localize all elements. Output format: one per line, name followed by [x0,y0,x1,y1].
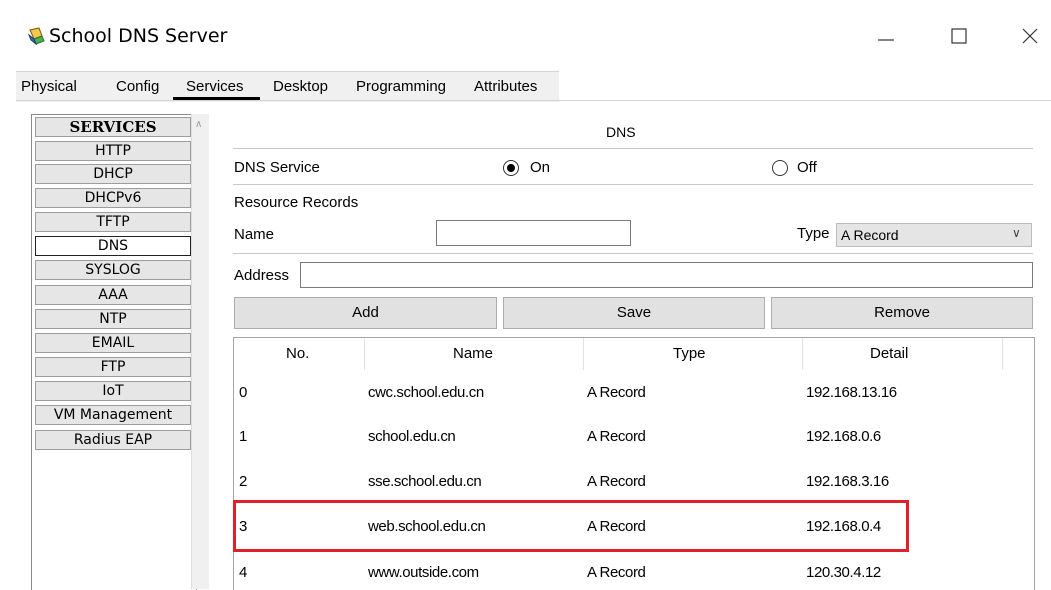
tab-config[interactable]: Config [116,78,159,95]
cell-name: school.edu.cn [368,428,456,445]
dns-off-label: Off [797,159,817,176]
cell-name: www.outside.com [368,564,479,581]
type-select[interactable]: A Record [836,223,1032,247]
column-separator [1002,338,1003,370]
resource-records-label: Resource Records [234,194,359,211]
dns-panel-title: DNS [606,124,636,140]
chevron-down-icon[interactable]: ∨ [1012,226,1021,240]
services-scrollbar[interactable] [191,114,209,589]
minimize-button[interactable] [866,16,906,56]
tab-desktop[interactable]: Desktop [273,78,328,95]
cell-type: A Record [587,428,646,445]
remove-button[interactable]: Remove [771,297,1033,329]
service-item-radius-eap[interactable]: Radius EAP [35,430,191,450]
minimize-icon [878,39,894,41]
column-header-detail: Detail [870,345,909,362]
scroll-up-icon[interactable]: ∧ [195,119,202,130]
column-header-type: Type [673,345,706,362]
type-label: Type [797,225,830,242]
column-header-name: Name [453,345,494,362]
dns-on-radio[interactable] [503,160,519,176]
service-item-iot[interactable]: IoT [35,381,191,401]
window-title: School DNS Server [49,25,228,47]
column-separator [802,338,803,370]
service-item-vm-management[interactable]: VM Management [35,405,191,425]
cell-no: 0 [239,384,247,401]
dns-on-label: On [530,159,551,176]
cell-detail: 192.168.3.16 [806,473,889,490]
divider [233,148,1033,149]
service-item-dhcp[interactable]: DHCP [35,164,191,184]
address-label: Address [234,267,290,284]
column-separator [364,338,365,370]
divider [233,184,1033,185]
dns-off-radio[interactable] [772,160,788,176]
maximize-icon [951,28,967,44]
address-input[interactable] [300,262,1033,288]
service-item-dns[interactable]: DNS [35,236,191,256]
close-icon [1022,28,1038,44]
cell-name: cwc.school.edu.cn [368,384,484,401]
tab-strip-end [559,71,1051,102]
add-button[interactable]: Add [234,297,497,329]
cell-no: 2 [239,473,247,490]
service-item-email[interactable]: EMAIL [35,333,191,353]
cell-type: A Record [587,564,646,581]
cell-detail: 120.30.4.12 [806,564,881,581]
maximize-button[interactable] [939,16,979,56]
service-item-ntp[interactable]: NTP [35,309,191,329]
close-button[interactable] [1010,16,1050,56]
cell-type: A Record [587,384,646,401]
tab-attributes[interactable]: Attributes [474,78,537,95]
cell-no: 1 [239,428,247,445]
radio-selected-dot [507,164,515,172]
cell-detail: 192.168.0.6 [806,428,881,445]
divider [233,253,1033,254]
cell-type: A Record [587,473,646,490]
cell-no: 4 [239,564,247,581]
service-item-dhcpv6[interactable]: DHCPv6 [35,188,191,208]
column-separator [583,338,584,370]
tab-services[interactable]: Services [186,78,244,95]
service-item-ftp[interactable]: FTP [35,357,191,377]
name-input[interactable] [436,220,631,246]
cell-detail: 192.168.13.16 [806,384,897,401]
service-item-tftp[interactable]: TFTP [35,212,191,232]
records-table [233,337,1035,590]
tab-programming[interactable]: Programming [356,78,446,95]
service-item-http[interactable]: HTTP [35,141,191,161]
service-item-aaa[interactable]: AAA [35,285,191,305]
dns-service-label: DNS Service [234,159,320,176]
save-button[interactable]: Save [503,297,765,329]
name-label: Name [234,226,275,243]
content-divider [16,100,1051,101]
service-item-syslog[interactable]: SYSLOG [35,260,191,280]
tab-physical[interactable]: Physical [21,78,77,95]
services-header: SERVICES [35,117,191,137]
column-header-no: No. [286,345,310,362]
pc-server-icon [27,27,46,46]
cell-name: sse.school.edu.cn [368,473,482,490]
highlight-box [233,500,909,552]
